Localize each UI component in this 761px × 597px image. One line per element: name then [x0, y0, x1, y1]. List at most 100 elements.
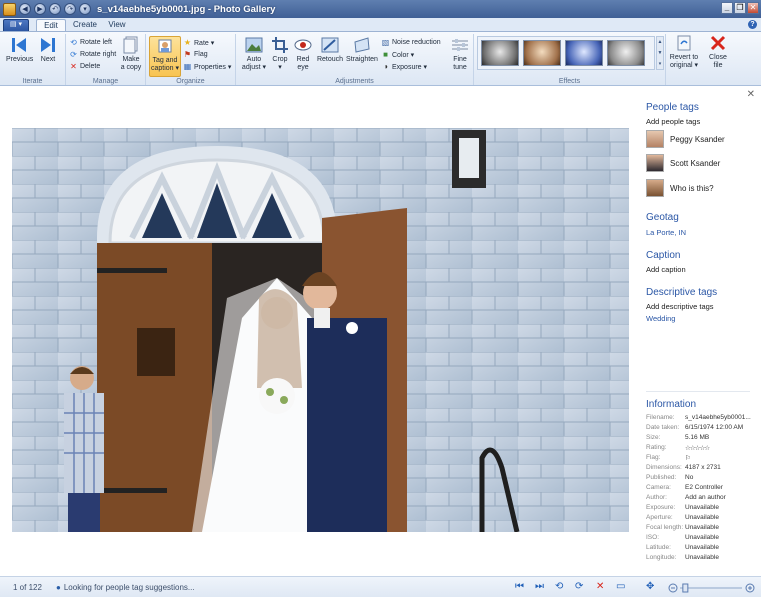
info-key: Rating:: [646, 444, 667, 451]
make-copy-button[interactable]: Make a copy: [119, 36, 143, 72]
rotate-left-icon[interactable]: ⟲: [555, 582, 563, 592]
group-adjustments: Auto adjust ▾ Crop ▾ Red eye Retouch Str…: [236, 34, 474, 85]
rotate-left-button[interactable]: ⟲ Rotate left: [69, 37, 112, 48]
straighten-button[interactable]: Straighten: [345, 36, 379, 64]
add-caption[interactable]: Add caption: [646, 265, 686, 274]
help-icon[interactable]: ?: [748, 20, 757, 29]
red-eye-label-1: Red: [296, 56, 310, 63]
retouch-button[interactable]: Retouch: [315, 36, 345, 64]
effect-cyan-tone[interactable]: [565, 40, 603, 66]
close-window-button[interactable]: ✕: [747, 2, 759, 14]
redo-icon[interactable]: ↷: [64, 3, 76, 15]
info-key: Longitude:: [646, 554, 677, 561]
make-copy-label-1: Make: [122, 56, 140, 63]
person-thumbnail-scott: [646, 154, 664, 172]
tab-view[interactable]: View: [104, 19, 130, 31]
zoom-slider-thumb[interactable]: [682, 583, 689, 593]
rotate-left-label: Rotate left: [80, 39, 112, 46]
window-title: s_v14aebhe5yb0001.jpg - Photo Gallery: [97, 3, 276, 15]
info-key: Focal length:: [646, 524, 684, 531]
delete-button[interactable]: ✕ Delete: [69, 61, 100, 72]
flag-label: Flag: [194, 51, 208, 58]
information-heading: Information: [646, 399, 697, 410]
group-manage: ⟲ Rotate left ⟳ Rotate right ✕ Delete Ma…: [66, 34, 146, 85]
straighten-icon: [352, 36, 372, 54]
info-value: s_v14aebhe5yb0001...: [685, 414, 751, 421]
forward-icon[interactable]: ▶: [34, 3, 46, 15]
group-organize: Tag and caption ▾ ★ Rate ▾ ⚑ Flag ▦ Prop…: [146, 34, 236, 85]
geotag-heading: Geotag: [646, 212, 679, 223]
crop-icon: [270, 36, 290, 54]
delete-icon[interactable]: ✕: [596, 582, 604, 592]
tag-and-caption-button[interactable]: Tag and caption ▾: [149, 36, 181, 77]
tag-icon: [155, 37, 175, 55]
tab-edit[interactable]: Edit: [36, 19, 66, 31]
tab-create[interactable]: Create: [70, 19, 100, 31]
red-eye-button[interactable]: Red eye: [293, 36, 313, 72]
person-tag[interactable]: Peggy Ksander: [646, 130, 725, 148]
info-row: Camera: E2 Controller: [646, 484, 758, 491]
next-photo-icon[interactable]: ⏭: [535, 582, 544, 592]
add-people-tags[interactable]: Add people tags: [646, 117, 700, 126]
person-tag[interactable]: Who is this?: [646, 179, 714, 197]
flag-icon: ⚑: [183, 50, 192, 59]
info-value: No: [685, 474, 694, 481]
info-row: Filename: s_v14aebhe5yb0001...: [646, 414, 758, 421]
color-button[interactable]: ■ Color ▾: [381, 49, 414, 60]
maximize-button[interactable]: ❐: [734, 2, 746, 14]
undo-icon[interactable]: ↶: [49, 3, 61, 15]
info-row: Dimensions: 4187 x 2731: [646, 464, 758, 471]
person-tag[interactable]: Scott Ksander: [646, 154, 720, 172]
info-row: Aperture: Unavailable: [646, 514, 758, 521]
minimize-button[interactable]: _: [721, 2, 733, 14]
person-name: Who is this?: [670, 183, 714, 193]
person-thumbnail-unknown: [646, 179, 664, 197]
slideshow-icon[interactable]: ▭: [616, 582, 625, 592]
crop-button[interactable]: Crop ▾: [270, 36, 290, 72]
info-key: Camera:: [646, 484, 671, 491]
effect-sepia[interactable]: [523, 40, 561, 66]
rotate-right-button[interactable]: ⟳ Rotate right: [69, 49, 116, 60]
auto-adjust-icon: [244, 36, 264, 54]
effect-grayscale[interactable]: [607, 40, 645, 66]
noise-reduction-button[interactable]: ▧ Noise reduction: [381, 37, 441, 48]
info-value[interactable]: ☆☆☆☆☆: [685, 444, 758, 452]
info-row: Rating: ☆☆☆☆☆: [646, 444, 758, 452]
close-file-button[interactable]: Close file: [706, 34, 730, 70]
zoom-slider[interactable]: [668, 583, 756, 593]
copy-icon: [121, 36, 141, 54]
previous-photo-icon[interactable]: ⏮: [515, 582, 524, 592]
tag-caption-label-2: caption ▾: [150, 65, 180, 72]
back-icon[interactable]: ◀: [19, 3, 31, 15]
exposure-icon: ◑: [383, 62, 388, 71]
descriptive-tag-item[interactable]: Wedding: [646, 314, 675, 323]
fine-tune-button[interactable]: Fine tune: [448, 36, 472, 72]
quick-access-dropdown-icon[interactable]: ▾: [79, 3, 91, 15]
actual-size-icon[interactable]: ✥: [646, 582, 654, 592]
photo-count: 1 of 122: [13, 583, 42, 592]
exposure-button[interactable]: ◑ Exposure ▾: [381, 61, 427, 72]
photo-wedding[interactable]: [12, 128, 629, 532]
close-pane-icon[interactable]: ✕: [747, 89, 755, 100]
photo-gallery-app-icon[interactable]: [3, 2, 16, 16]
info-key: ISO:: [646, 534, 660, 541]
next-button[interactable]: Next: [36, 36, 60, 64]
rotate-right-icon[interactable]: ⟳: [575, 582, 583, 592]
title-bar: ◀ ▶ ↶ ↷ ▾ s_v14aebhe5yb0001.jpg - Photo …: [0, 0, 761, 18]
properties-button[interactable]: ▦ Properties ▾: [183, 61, 232, 72]
effects-scroll-control[interactable]: ▲ ▼ ▾: [656, 36, 664, 70]
auto-adjust-button[interactable]: Auto adjust ▾: [239, 36, 269, 72]
file-menu-button[interactable]: ▤ ▾: [3, 19, 29, 31]
crop-label-2: ▾: [278, 64, 282, 71]
add-descriptive-tags[interactable]: Add descriptive tags: [646, 302, 714, 311]
previous-button[interactable]: Previous: [6, 36, 33, 64]
rate-button[interactable]: ★ Rate ▾: [183, 37, 214, 48]
info-row: Exposure: Unavailable: [646, 504, 758, 511]
info-value[interactable]: ⚐: [685, 454, 758, 462]
info-value[interactable]: Add an author: [685, 494, 758, 501]
flag-button[interactable]: ⚑ Flag: [183, 49, 208, 60]
revert-to-original-button[interactable]: Revert to original ▾: [668, 34, 700, 70]
geotag-value[interactable]: La Porte, IN: [646, 228, 686, 237]
effect-black-and-white[interactable]: [481, 40, 519, 66]
info-row: Author: Add an author: [646, 494, 758, 501]
